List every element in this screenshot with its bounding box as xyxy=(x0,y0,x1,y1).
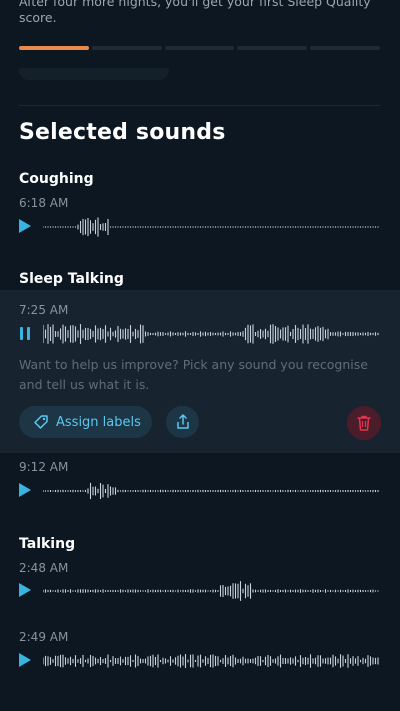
tag-icon xyxy=(34,415,48,429)
play-icon[interactable] xyxy=(19,483,31,497)
assign-labels-label: Assign labels xyxy=(56,414,141,430)
group-title-sleep-talking: Sleep Talking xyxy=(19,271,124,287)
section-title: Selected sounds xyxy=(19,120,226,145)
divider xyxy=(19,105,380,106)
sleep-progress-bar xyxy=(19,46,380,51)
faded-card-edge xyxy=(19,68,169,80)
play-icon[interactable] xyxy=(19,219,31,233)
play-icon[interactable] xyxy=(19,583,31,597)
progress-segment xyxy=(19,46,89,50)
share-icon xyxy=(176,414,189,429)
progress-segment xyxy=(164,46,235,50)
recording-time: 2:49 AM xyxy=(19,630,69,644)
intro-text: After four more nights, you'll get your … xyxy=(19,0,371,25)
share-button[interactable] xyxy=(166,406,199,438)
progress-segment xyxy=(310,46,380,50)
waveform[interactable] xyxy=(43,481,380,501)
sound-player xyxy=(19,651,380,671)
sound-player xyxy=(19,324,380,344)
sound-player xyxy=(19,217,380,237)
recording-time: 7:25 AM xyxy=(19,303,69,317)
assign-labels-button[interactable]: Assign labels xyxy=(19,406,152,438)
recording-time: 2:48 AM xyxy=(19,561,69,575)
pause-icon[interactable] xyxy=(20,327,32,340)
play-icon[interactable] xyxy=(19,653,31,667)
waveform[interactable] xyxy=(43,651,380,671)
progress-segment xyxy=(237,46,308,50)
help-text: Want to help us improve? Pick any sound … xyxy=(19,357,368,392)
delete-button[interactable] xyxy=(347,406,381,440)
group-title-talking: Talking xyxy=(19,536,76,552)
trash-icon xyxy=(357,415,371,431)
waveform[interactable] xyxy=(43,217,380,237)
recording-time: 6:18 AM xyxy=(19,196,69,210)
waveform[interactable] xyxy=(43,324,380,344)
sound-player xyxy=(19,581,380,601)
recording-time: 9:12 AM xyxy=(19,460,69,474)
waveform[interactable] xyxy=(43,581,380,601)
sound-player xyxy=(19,481,380,501)
group-title-coughing: Coughing xyxy=(19,171,94,187)
progress-segment xyxy=(91,46,162,50)
